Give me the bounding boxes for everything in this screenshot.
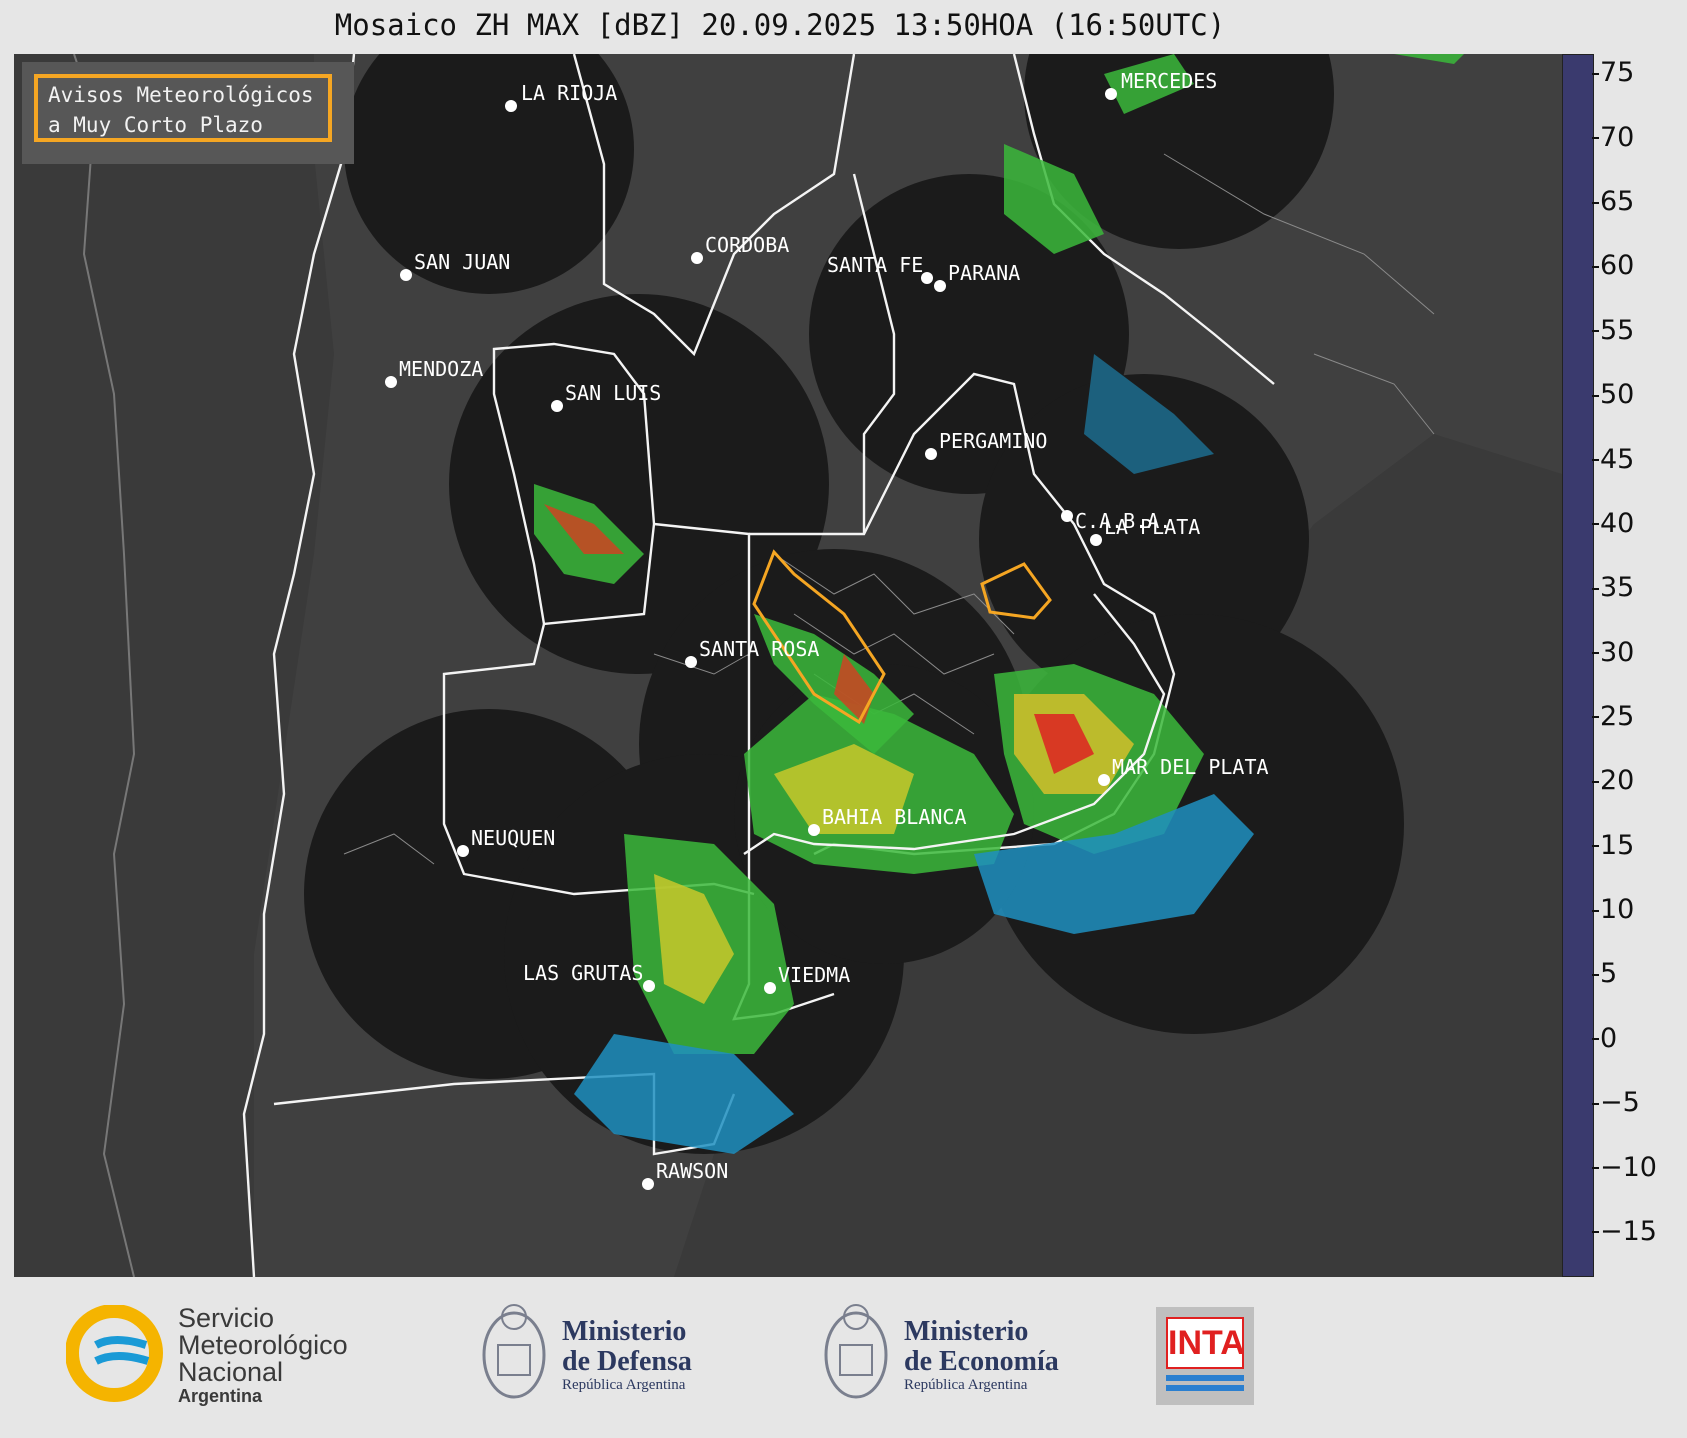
- colorbar-tick-label: −5: [1592, 1087, 1640, 1119]
- city-marker: [457, 845, 469, 857]
- economia-country: República Argentina: [904, 1377, 1028, 1393]
- footer-logos: Servicio Meteorológico Nacional Argentin…: [0, 1277, 1687, 1438]
- colorbar-tick-label: 30: [1591, 636, 1635, 668]
- city-marker: [691, 252, 703, 264]
- city-label: MAR DEL PLATA: [1112, 755, 1269, 779]
- smn-line-2: Meteorológico: [178, 1330, 348, 1360]
- city-label: LAS GRUTAS: [523, 961, 643, 985]
- colorbar-tick-label: 45: [1591, 443, 1635, 475]
- defensa-line-2: de Defensa: [562, 1346, 692, 1377]
- city-label: SAN LUIS: [565, 381, 661, 405]
- city-marker: [1098, 774, 1110, 786]
- city-label: RAWSON: [656, 1159, 728, 1183]
- city-marker: [385, 376, 397, 388]
- colorbar-tick-label: 75: [1591, 57, 1635, 89]
- city-label: VIEDMA: [778, 963, 850, 987]
- city-marker: [400, 269, 412, 281]
- colorbar-tick-label: −10: [1592, 1151, 1657, 1183]
- smn-logo: Servicio Meteorológico Nacional Argentin…: [65, 1304, 348, 1409]
- coat-of-arms-icon: [482, 1304, 546, 1399]
- city-label: NEUQUEN: [471, 826, 555, 850]
- colorbar-tick-label: 40: [1591, 507, 1635, 539]
- colorbar-tick-label: 15: [1591, 829, 1635, 861]
- city-marker: [764, 982, 776, 994]
- city-marker: [1061, 510, 1073, 522]
- economia-line-2: de Economía: [904, 1346, 1059, 1377]
- city-label: BAHIA BLANCA: [822, 805, 967, 829]
- defensa-logo: Ministerio de Defensa República Argentin…: [478, 1295, 692, 1409]
- smn-line-1: Servicio: [178, 1303, 275, 1333]
- colorbar-tick-label: 0: [1591, 1022, 1618, 1054]
- smn-country: Argentina: [178, 1386, 263, 1406]
- radar-map: LA RIOJA MERCEDES SAN JUAN CORDOBA SANTA FE P…: [14, 54, 1562, 1277]
- colorbar-tick-label: 10: [1591, 894, 1635, 926]
- colorbar-tick-label: 70: [1591, 121, 1635, 153]
- legend-line-2: a Muy Corto Plazo: [48, 113, 263, 137]
- economia-line-1: Ministerio: [904, 1316, 1029, 1347]
- city-marker: [925, 448, 937, 460]
- colorbar-tick-label: 50: [1591, 379, 1635, 411]
- smn-emblem-icon: [65, 1304, 163, 1402]
- legend-line-1: Avisos Meteorológicos: [48, 83, 314, 107]
- city-label: LA RIOJA: [521, 81, 617, 105]
- city-label: SAN JUAN: [414, 250, 510, 274]
- defensa-country: República Argentina: [562, 1377, 686, 1393]
- defensa-line-1: Ministerio: [562, 1316, 687, 1347]
- colorbar-tick-label: 20: [1591, 765, 1635, 797]
- city-marker: [685, 656, 697, 668]
- city-marker: [551, 400, 563, 412]
- city-marker: [1105, 88, 1117, 100]
- city-marker: [808, 824, 820, 836]
- colorbar-tick-label: 60: [1591, 250, 1635, 282]
- colorbar-tick-label: 65: [1591, 186, 1635, 218]
- smn-line-3: Nacional: [178, 1357, 284, 1387]
- colorbar-tick-label: 35: [1591, 572, 1635, 604]
- city-label: SANTA FE: [827, 253, 923, 277]
- economia-logo: Ministerio de Economía República Argenti…: [820, 1295, 1059, 1409]
- warnings-legend-frame: Avisos Meteorológicos a Muy Corto Plazo: [34, 74, 332, 142]
- colorbar-tick-label: 55: [1591, 314, 1635, 346]
- colorbar-tick-label: 25: [1591, 700, 1635, 732]
- city-label: CORDOBA: [705, 233, 789, 257]
- city-label: LA PLATA: [1104, 515, 1200, 539]
- inta-wordmark: INTA: [1166, 1317, 1245, 1369]
- warnings-legend: Avisos Meteorológicos a Muy Corto Plazo: [22, 62, 354, 164]
- colorbar-tick-label: 5: [1591, 958, 1618, 990]
- city-label: PARANA: [948, 261, 1020, 285]
- colorbar-tick-label: −15: [1592, 1215, 1657, 1247]
- colorbar: [1562, 54, 1594, 1277]
- city-marker: [934, 280, 946, 292]
- city-marker: [505, 100, 517, 112]
- city-label: PERGAMINO: [939, 429, 1047, 453]
- city-marker: [642, 1178, 654, 1190]
- city-marker: [1090, 534, 1102, 546]
- inta-logo: INTA: [1156, 1307, 1254, 1405]
- map-title: Mosaico ZH MAX [dBZ] 20.09.2025 13:50HOA…: [334, 8, 1226, 42]
- city-label: MERCEDES: [1121, 69, 1217, 93]
- city-label: MENDOZA: [399, 357, 483, 381]
- coat-of-arms-icon: [824, 1304, 888, 1399]
- city-label: SANTA ROSA: [699, 637, 819, 661]
- city-marker: [643, 980, 655, 992]
